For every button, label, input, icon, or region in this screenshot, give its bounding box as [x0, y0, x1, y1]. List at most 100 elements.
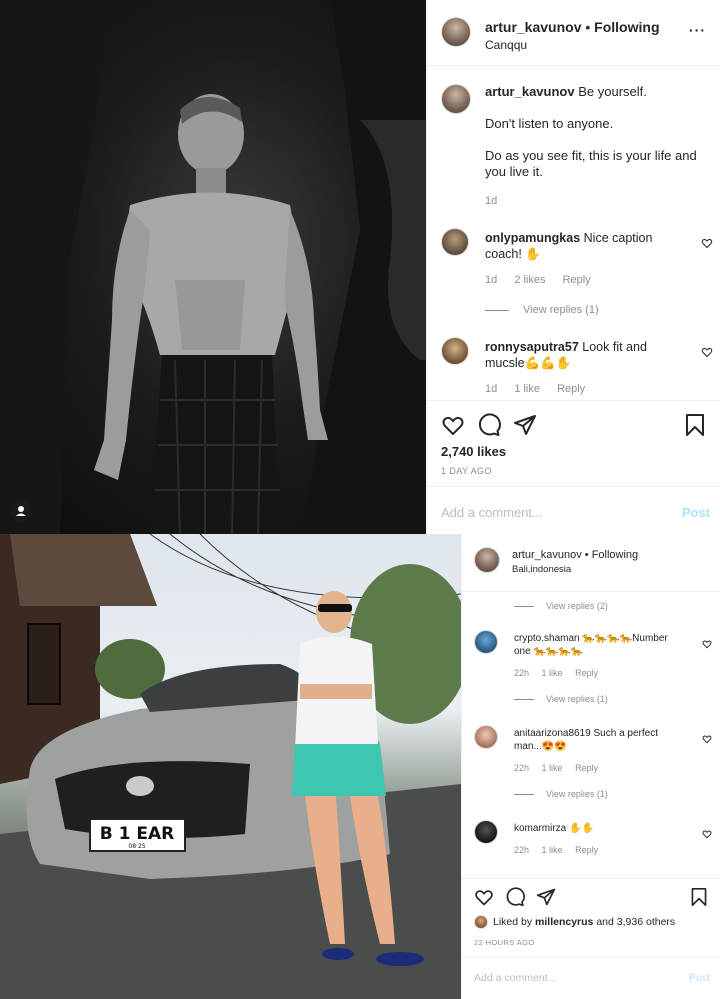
post-comment-button[interactable]: Post — [682, 505, 710, 520]
comment-username[interactable]: komarmirza — [514, 823, 566, 834]
license-plate-text: B 1 EAR — [100, 824, 174, 844]
view-replies-line — [514, 793, 534, 795]
comment-avatar[interactable] — [441, 337, 469, 365]
post-2-location[interactable]: Bali,indonesia — [512, 564, 571, 575]
comment-reply-button[interactable]: Reply — [575, 763, 598, 773]
comment-avatar[interactable] — [474, 725, 498, 749]
caption-username[interactable]: artur_kavunov — [485, 84, 575, 99]
post-1-photo-image — [0, 0, 426, 534]
liked-by-user[interactable]: millencyrus — [535, 916, 593, 928]
more-icon[interactable]: ··· — [689, 22, 706, 38]
comment-username[interactable]: ronnysaputra57 — [485, 340, 579, 354]
post-1-caption-avatar[interactable] — [441, 84, 471, 114]
comment-username[interactable]: anitaarizona8619 — [514, 728, 591, 739]
view-replies-line — [485, 309, 509, 311]
comment: onlypamungkas Nice caption coach! ✋ 1d 2… — [441, 228, 713, 318]
comment-meta: 1d 2 likes Reply — [485, 274, 605, 286]
comment: crypto.shaman 🐆🐆🐆🐆Number one 🐆🐆🐆🐆 22h 1 … — [474, 630, 714, 710]
comment-likes[interactable]: 1 like — [542, 845, 563, 855]
comment-likes[interactable]: 1 like — [514, 383, 540, 395]
comment-time: 1d — [485, 383, 498, 395]
view-replies-label: View replies (1) — [546, 789, 608, 799]
post-1-following-button[interactable]: Following — [594, 19, 659, 35]
comment-time: 22h — [514, 763, 530, 773]
post-1-username[interactable]: artur_kavunov — [485, 19, 581, 35]
comment-icon[interactable] — [505, 887, 525, 907]
heart-icon[interactable] — [702, 731, 712, 749]
post-2-sidebar: artur_kavunov • Following Bali,indonesia… — [461, 534, 720, 999]
comment-input[interactable]: Add a comment... — [441, 505, 661, 520]
caption-line-2: Don't listen to anyone. — [485, 116, 614, 131]
post-1-actions: 2,740 likes 1 DAY AGO — [427, 400, 720, 486]
post-1-header-avatar[interactable] — [441, 17, 471, 47]
comment-time: 22h — [514, 845, 530, 855]
post-2-username[interactable]: artur_kavunov — [512, 549, 582, 561]
post-2: B 1 EAR 08·25 artur_kavunov • Following … — [0, 534, 720, 999]
post-2-header: artur_kavunov • Following Bali,indonesia — [462, 534, 720, 592]
heart-icon[interactable] — [702, 826, 712, 844]
post-1-timestamp[interactable]: 1 DAY AGO — [441, 466, 492, 476]
comment-meta: 22h 1 like Reply — [514, 845, 612, 855]
liked-by-and: and — [596, 916, 614, 928]
post-1-location[interactable]: Canqqu — [485, 38, 527, 52]
post-1-sidebar: artur_kavunov • Following Canqqu ··· art… — [426, 0, 720, 534]
liked-by-prefix: Liked by — [493, 916, 533, 928]
post-1-separator-dot: • — [585, 19, 591, 35]
comment: anitaarizona8619 Such a perfect man...😍😍… — [474, 725, 714, 805]
comment-meta: 22h 1 like Reply — [514, 668, 612, 678]
post-2-photo-image: B 1 EAR 08·25 — [0, 534, 461, 999]
view-replies-label: View replies (1) — [523, 304, 599, 316]
post-1-photo[interactable] — [0, 0, 426, 534]
heart-icon[interactable] — [701, 345, 713, 363]
comment: ronnysaputra57 Look fit and mucsle💪💪✋ 1d… — [441, 337, 713, 399]
heart-icon[interactable] — [702, 636, 712, 654]
liked-by-others[interactable]: 3,936 others — [617, 916, 675, 928]
bookmark-icon[interactable] — [690, 887, 708, 907]
bookmark-icon[interactable] — [684, 413, 706, 437]
comment-avatar[interactable] — [474, 630, 498, 654]
view-replies-button[interactable]: View replies (1) — [514, 694, 608, 704]
post-2-following-button[interactable]: Following — [592, 549, 638, 561]
post-2-header-avatar[interactable] — [474, 547, 500, 573]
comment-input[interactable]: Add a comment... — [474, 972, 654, 984]
caption-line-3: Do as you see fit, this is your life and… — [485, 148, 697, 179]
comment-icon[interactable] — [477, 413, 501, 437]
comment-likes[interactable]: 2 likes — [514, 274, 545, 286]
comment-text: ✋✋ — [569, 823, 594, 834]
comment-reply-button[interactable]: Reply — [575, 845, 598, 855]
post-2-separator-dot: • — [584, 549, 589, 561]
post-2-liked-by: Liked by millencyrus and 3,936 others — [474, 915, 675, 929]
view-replies-button[interactable]: View replies (1) — [514, 789, 608, 799]
view-replies-button[interactable]: View replies (1) — [485, 304, 599, 316]
caption-time: 1d — [485, 195, 498, 207]
comment-username[interactable]: crypto.shaman — [514, 633, 580, 644]
comment-avatar[interactable] — [474, 820, 498, 844]
comment-reply-button[interactable]: Reply — [575, 668, 598, 678]
comment-username[interactable]: onlypamungkas — [485, 231, 580, 245]
comment-reply-button[interactable]: Reply — [557, 383, 585, 395]
view-replies-label: View replies (1) — [546, 694, 608, 704]
comment-time: 1d — [485, 274, 498, 286]
share-icon[interactable] — [513, 413, 537, 437]
post-1-caption: artur_kavunov Be yourself. Don't listen … — [441, 84, 711, 214]
liked-by-avatar[interactable] — [474, 915, 488, 929]
comment-likes[interactable]: 1 like — [542, 763, 563, 773]
post-2-photo[interactable]: B 1 EAR 08·25 — [0, 534, 461, 999]
post-1: artur_kavunov • Following Canqqu ··· art… — [0, 0, 720, 534]
comment-reply-button[interactable]: Reply — [563, 274, 591, 286]
heart-icon[interactable] — [701, 236, 713, 254]
post-1-like-count[interactable]: 2,740 likes — [441, 444, 506, 459]
view-replies-button[interactable]: View replies (2) — [514, 601, 608, 611]
comment: komarmirza ✋✋ 22h 1 like Reply — [474, 820, 714, 870]
comment-avatar[interactable] — [441, 228, 469, 256]
post-1-add-comment: Add a comment... Post — [427, 486, 720, 534]
heart-icon[interactable] — [474, 887, 494, 907]
heart-icon[interactable] — [441, 413, 465, 437]
post-2-actions: Liked by millencyrus and 3,936 others 22… — [462, 878, 720, 956]
license-plate-sub: 08·25 — [128, 843, 145, 850]
post-comment-button[interactable]: Post — [689, 972, 710, 984]
user-tag-icon[interactable] — [10, 500, 32, 522]
comment-likes[interactable]: 1 like — [542, 668, 563, 678]
post-2-timestamp[interactable]: 22 HOURS AGO — [474, 938, 535, 947]
share-icon[interactable] — [536, 887, 556, 907]
